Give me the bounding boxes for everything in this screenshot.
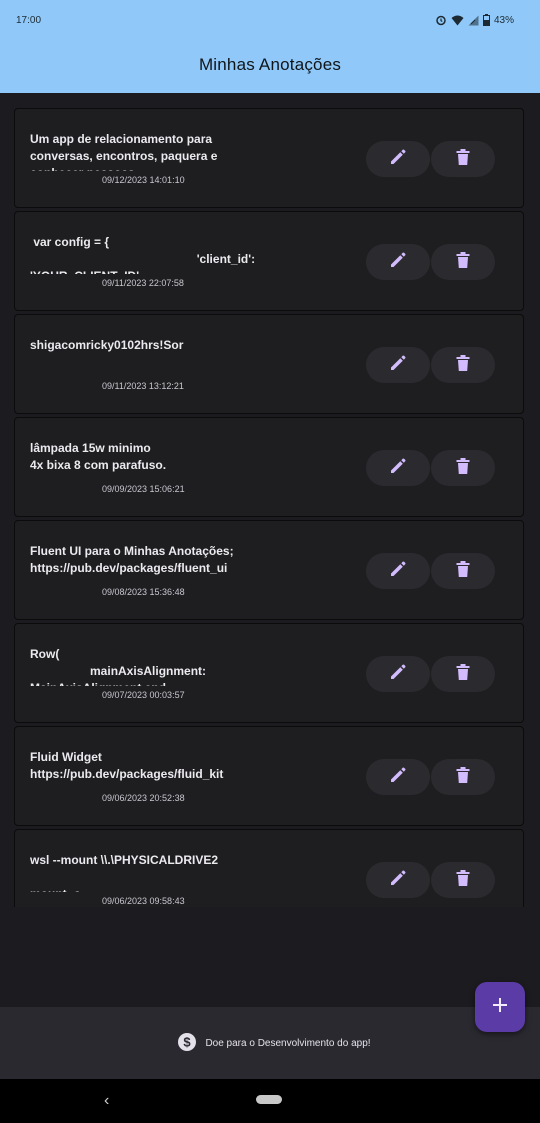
trash-icon — [455, 457, 471, 480]
note-date: 09/06/2023 09:58:43 — [102, 896, 185, 906]
note-text: var config = { 'client_id': 'YOUR_CLIENT… — [30, 235, 256, 274]
notes-list[interactable]: Um app de relacionamento para conversas,… — [0, 93, 540, 907]
bottom-bar[interactable]: $ Doe para o Desenvolvimento do app! — [0, 1007, 540, 1079]
note-card[interactable]: var config = { 'client_id': 'YOUR_CLIENT… — [14, 211, 524, 311]
note-card[interactable]: lâmpada 15w minimo 4x bixa 8 com parafus… — [14, 417, 524, 517]
edit-note-button[interactable] — [366, 759, 430, 795]
trash-icon — [455, 148, 471, 171]
status-time: 17:00 — [16, 15, 42, 26]
trash-icon — [455, 354, 471, 377]
pencil-icon — [389, 869, 407, 892]
delete-note-button[interactable] — [431, 759, 495, 795]
donate-label: Doe para o Desenvolvimento do app! — [205, 1037, 371, 1049]
note-date: 09/09/2023 15:06:21 — [102, 484, 185, 494]
pencil-icon — [389, 354, 407, 377]
trash-icon — [455, 869, 471, 892]
trash-icon — [455, 766, 471, 789]
delete-note-button[interactable] — [431, 141, 495, 177]
back-icon[interactable]: ‹ — [104, 1092, 109, 1110]
note-text: shigacomricky0102hrs!Sor — [30, 338, 184, 352]
delete-note-button[interactable] — [431, 656, 495, 692]
signal-icon — [468, 15, 479, 26]
note-date: 09/12/2023 14:01:10 — [102, 175, 185, 185]
pencil-icon — [389, 560, 407, 583]
pencil-icon — [389, 251, 407, 274]
pencil-icon — [389, 766, 407, 789]
note-date: 09/07/2023 00:03:57 — [102, 690, 185, 700]
donate-link[interactable]: $ Doe para o Desenvolvimento do app! — [177, 1032, 371, 1055]
page-title: Minhas Anotações — [198, 54, 342, 74]
dollar-icon: $ — [177, 1032, 197, 1055]
note-date: 09/06/2023 20:52:38 — [102, 793, 185, 803]
pencil-icon — [389, 663, 407, 686]
delete-note-button[interactable] — [431, 553, 495, 589]
alarm-icon — [435, 14, 447, 26]
note-text: Fluid Widget https://pub.dev/packages/fl… — [30, 750, 224, 781]
note-card[interactable]: Fluid Widget https://pub.dev/packages/fl… — [14, 726, 524, 826]
battery-level: 43% — [493, 14, 514, 26]
battery-icon — [482, 14, 490, 26]
note-text: Fluent UI para o Minhas Anotações; https… — [30, 544, 234, 575]
note-date: 09/08/2023 15:36:48 — [102, 587, 185, 597]
app-bar: Minhas Anotações — [0, 40, 540, 93]
edit-note-button[interactable] — [366, 553, 430, 589]
status-bar: 17:00 43% — [0, 0, 540, 40]
note-text: wsl --mount \\.\PHYSICALDRIVE2 mount -a — [30, 853, 219, 892]
system-nav-bar: ‹ — [0, 1079, 540, 1123]
note-text: lâmpada 15w minimo 4x bixa 8 com parafus… — [30, 441, 167, 472]
delete-note-button[interactable] — [431, 862, 495, 898]
delete-note-button[interactable] — [431, 244, 495, 280]
add-note-button[interactable] — [475, 982, 525, 1032]
status-icons: 43% — [435, 14, 514, 26]
edit-note-button[interactable] — [366, 656, 430, 692]
note-card[interactable]: Um app de relacionamento para conversas,… — [14, 108, 524, 208]
trash-icon — [455, 560, 471, 583]
note-card[interactable]: shigacomricky0102hrs!Sor 09/11/2023 13:1… — [14, 314, 524, 414]
edit-note-button[interactable] — [366, 141, 430, 177]
pencil-icon — [389, 148, 407, 171]
note-card[interactable]: wsl --mount \\.\PHYSICALDRIVE2 mount -a … — [14, 829, 524, 907]
note-text: Um app de relacionamento para conversas,… — [30, 132, 218, 171]
note-text: Row( mainAxisAlignment: MainAxisAlignmen… — [30, 647, 207, 686]
note-date: 09/11/2023 13:12:21 — [102, 381, 184, 391]
trash-icon — [455, 663, 471, 686]
pencil-icon — [389, 457, 407, 480]
list-background — [0, 907, 540, 1007]
edit-note-button[interactable] — [366, 450, 430, 486]
edit-note-button[interactable] — [366, 862, 430, 898]
edit-note-button[interactable] — [366, 244, 430, 280]
plus-icon — [492, 997, 508, 1018]
edit-note-button[interactable] — [366, 347, 430, 383]
delete-note-button[interactable] — [431, 347, 495, 383]
delete-note-button[interactable] — [431, 450, 495, 486]
wifi-icon — [451, 15, 464, 26]
svg-text:$: $ — [184, 1034, 192, 1049]
home-pill-icon[interactable] — [256, 1095, 282, 1104]
note-card[interactable]: Fluent UI para o Minhas Anotações; https… — [14, 520, 524, 620]
note-card[interactable]: Row( mainAxisAlignment: MainAxisAlignmen… — [14, 623, 524, 723]
trash-icon — [455, 251, 471, 274]
note-date: 09/11/2023 22:07:58 — [102, 278, 184, 288]
